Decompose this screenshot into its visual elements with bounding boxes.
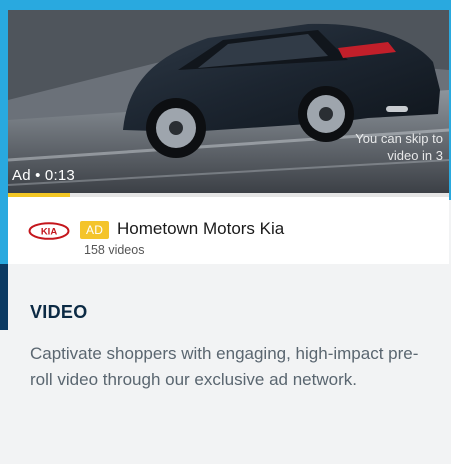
video-count: 158 videos [84,243,145,257]
ad-badge: AD [80,221,110,239]
skip-countdown-text: You can skip to video in 3 [355,131,443,163]
card-description: Captivate shoppers with engaging, high-i… [30,344,419,389]
left-dark-accent [0,264,8,330]
channel-info-bar[interactable]: KIA AD Hometown Motors Kia 158 videos [8,197,449,264]
channel-name[interactable]: Hometown Motors Kia [117,219,284,239]
kia-logo-icon: KIA [28,222,70,240]
card-title: VIDEO [30,302,88,322]
car-video-image [8,10,449,193]
kia-logo-text: KIA [41,227,58,238]
video-player[interactable]: You can skip to video in 3 Ad • 0:13 [8,10,449,193]
page: You can skip to video in 3 Ad • 0:13 KIA… [0,0,451,464]
top-accent-bar [0,0,451,10]
ad-time-label: Ad • 0:13 [12,167,75,184]
